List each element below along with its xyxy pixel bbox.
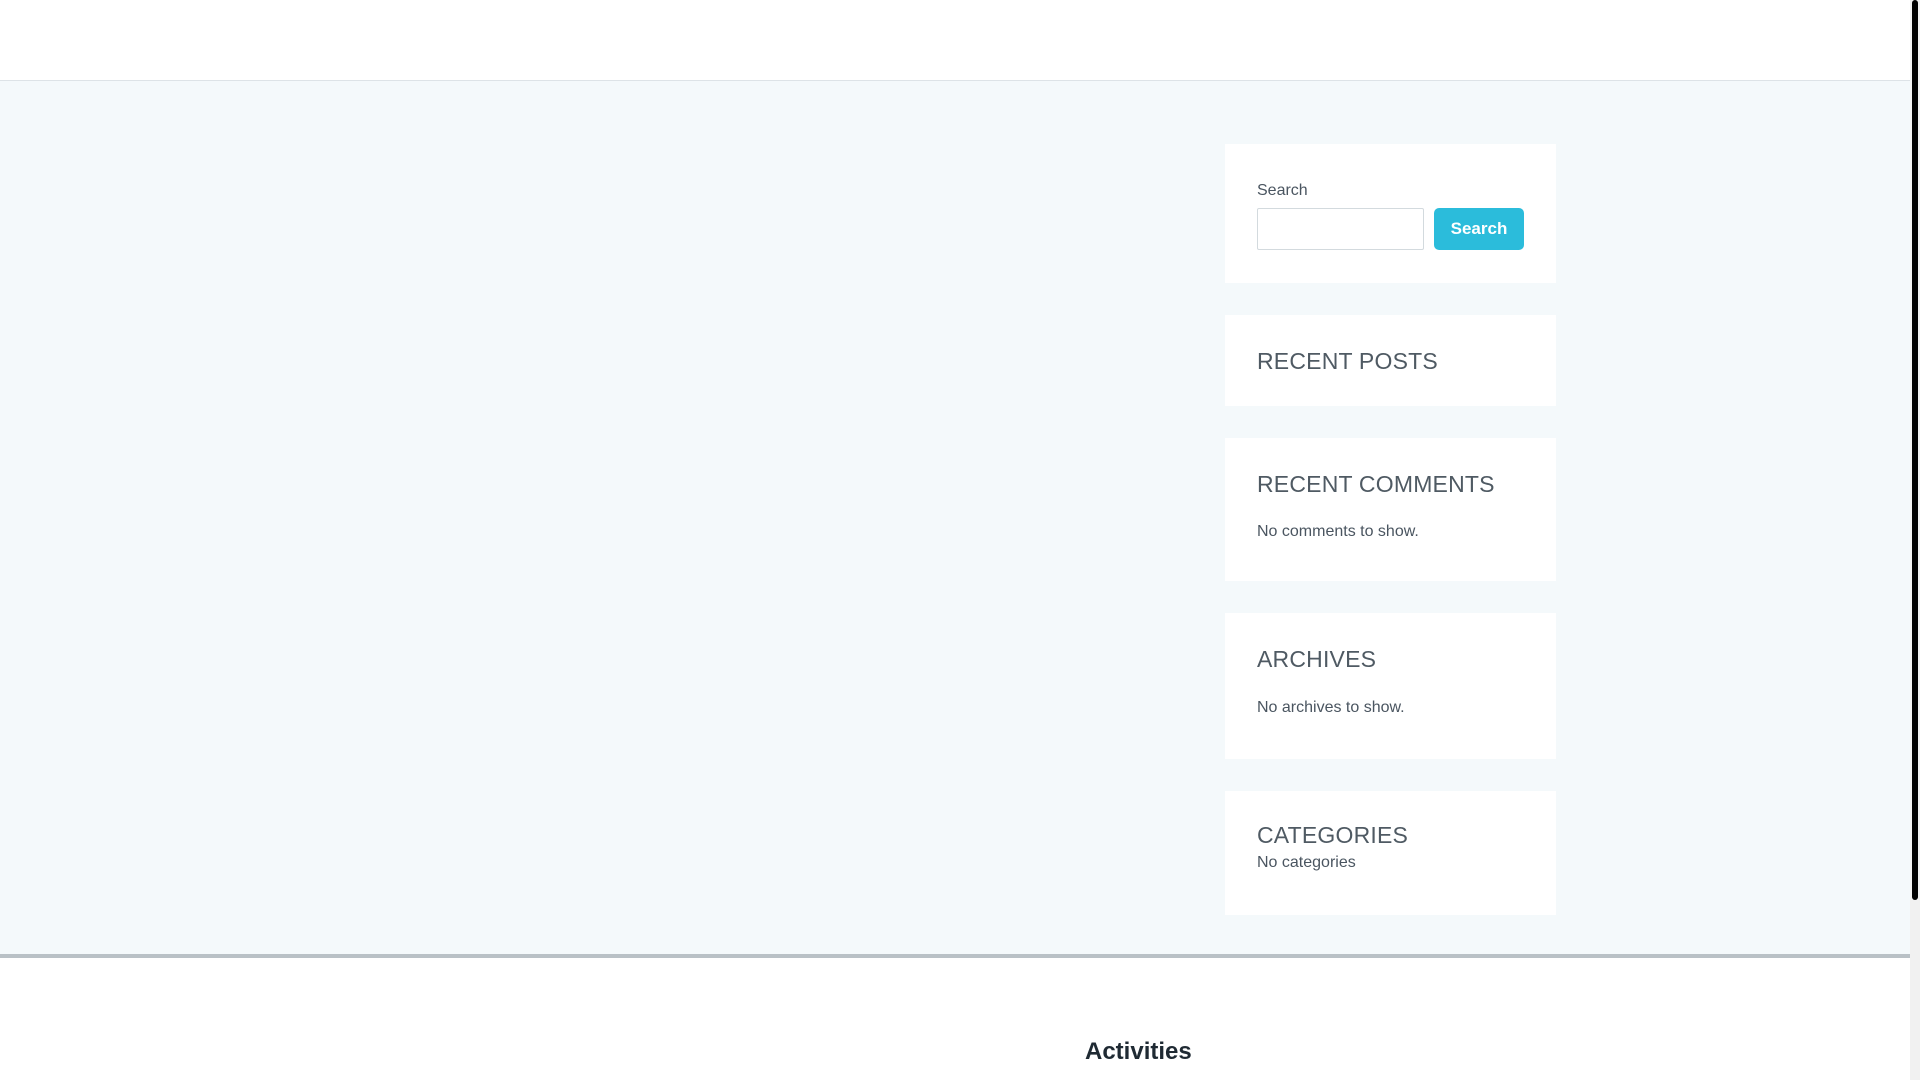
recent-comments-empty-text: No comments to show. [1257,523,1419,540]
search-widget: Search Search [1225,144,1556,283]
recent-posts-widget: RECENT POSTS [1225,315,1556,406]
site-footer: Activities [0,958,1910,1080]
categories-widget: CATEGORIES No categories [1225,791,1556,915]
search-form: Search [1257,208,1524,250]
site-header [0,0,1910,81]
recent-comments-widget: RECENT COMMENTS No comments to show. [1225,438,1556,581]
search-input[interactable] [1257,208,1424,250]
recent-posts-title: RECENT POSTS [1257,348,1438,374]
scrollbar-thumb[interactable] [1912,0,1918,900]
sidebar: Search Search RECENT POSTS RECENT COMMEN… [1225,144,1556,915]
search-label: Search [1257,182,1308,199]
categories-empty-text: No categories [1257,854,1356,871]
page-scrollbar[interactable] [1910,0,1920,1080]
footer-activities-heading: Activities [1085,1038,1192,1065]
archives-title: ARCHIVES [1257,646,1377,672]
search-button[interactable]: Search [1434,208,1524,250]
main-content-area: Search Search RECENT POSTS RECENT COMMEN… [0,81,1910,954]
recent-comments-title: RECENT COMMENTS [1257,471,1495,497]
archives-empty-text: No archives to show. [1257,699,1405,716]
archives-widget: ARCHIVES No archives to show. [1225,613,1556,759]
categories-title: CATEGORIES [1257,822,1409,848]
page: Search Search RECENT POSTS RECENT COMMEN… [0,0,1910,1080]
